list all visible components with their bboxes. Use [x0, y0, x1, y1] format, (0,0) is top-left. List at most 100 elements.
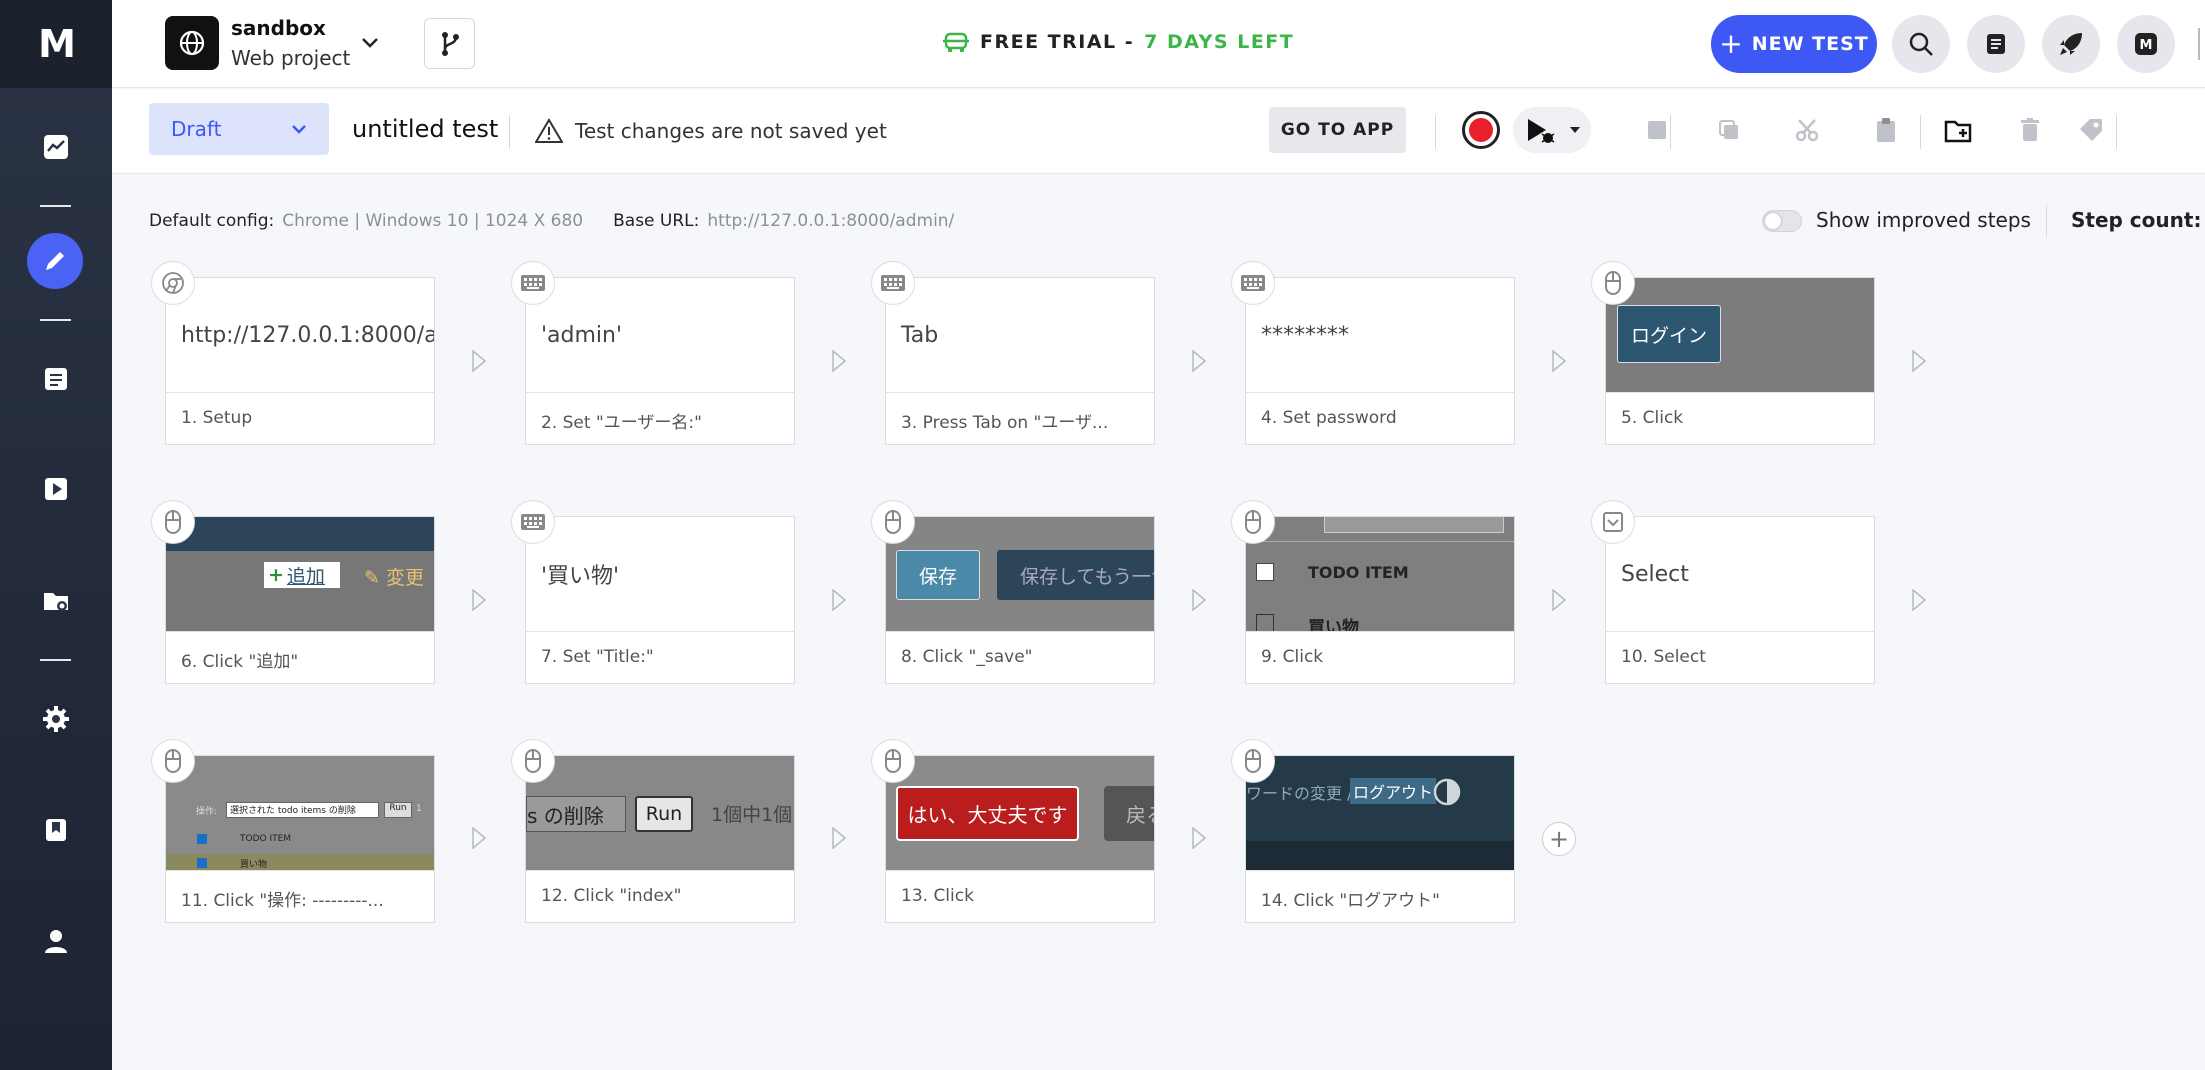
caret-down-icon[interactable] — [1569, 126, 1581, 134]
step-preview-text: s の削除 — [526, 796, 626, 832]
rocket-icon — [2060, 33, 2082, 55]
step-preview-text: Select — [1621, 561, 1689, 587]
step-arrow-icon — [472, 350, 487, 372]
branch-button[interactable] — [424, 18, 475, 69]
step-card[interactable]: TODO ITEM 買い物 9. Click — [1245, 516, 1515, 684]
dashboard-icon[interactable] — [0, 119, 112, 175]
delete-icon[interactable] — [2011, 111, 2049, 149]
step-preview: Select — [1606, 517, 1874, 632]
step-caption: 14. Click "ログアウト" — [1261, 891, 1440, 911]
step-card[interactable]: s の削除 Run 1個中1個 12. Click "index" — [525, 755, 795, 923]
chevron-down-icon[interactable] — [358, 30, 382, 54]
show-improved-toggle[interactable] — [1762, 210, 1802, 232]
test-name[interactable]: untitled test — [352, 115, 498, 143]
step-caption: 13. Click — [901, 886, 974, 906]
step-arrow-icon — [1912, 350, 1927, 372]
docs-button[interactable] — [1967, 15, 2025, 73]
runs-icon[interactable] — [0, 461, 112, 517]
tag-icon[interactable] — [2072, 111, 2110, 149]
mouse-icon — [1231, 739, 1275, 783]
step-caption: 6. Click "追加" — [181, 652, 299, 672]
step-card[interactable]: '買い物' 7. Set "Title:" — [525, 516, 795, 684]
step-preview-text: '買い物' — [541, 564, 620, 589]
default-config-value[interactable]: Chrome | Windows 10 | 1024 X 680 — [282, 211, 583, 231]
step-card[interactable]: Select 10. Select — [1605, 516, 1875, 684]
step-preview: TODO ITEM 買い物 — [1246, 517, 1514, 632]
folder-settings-icon[interactable] — [0, 573, 112, 629]
paste-icon[interactable] — [1867, 111, 1905, 149]
new-test-button[interactable]: + NEW TEST — [1711, 15, 1877, 73]
globe-icon[interactable] — [165, 16, 219, 70]
trial-banner: FREE TRIAL - 7 DAYS LEFT — [942, 30, 1294, 54]
step-preview: ******** — [1246, 278, 1514, 393]
step-caption: 10. Select — [1621, 647, 1706, 667]
step-preview-text: 'admin' — [541, 322, 623, 348]
divider — [2046, 205, 2047, 237]
todo-item-preview: 買い物 — [240, 860, 268, 870]
step-card[interactable]: はい、大丈夫です 戻る 13. Click — [885, 755, 1155, 923]
bookmark-icon[interactable] — [0, 802, 112, 858]
step-preview: ログイン — [1606, 278, 1874, 393]
step-preview: + 追加 ✎ 変更 — [166, 517, 434, 632]
step-preview-extra: 変更 — [385, 567, 424, 589]
settings-icon[interactable] — [0, 691, 112, 747]
sidebar-divider — [40, 205, 71, 207]
status-dropdown[interactable]: Draft — [149, 103, 329, 155]
account-button[interactable]: M — [2117, 15, 2175, 73]
toolbar-divider — [1435, 115, 1436, 149]
search-icon — [1909, 32, 1933, 56]
step-card[interactable]: http://127.0.0.1:8000/admin/ 1. Setup — [165, 277, 435, 445]
chevron-down-icon — [292, 125, 306, 134]
step-preview-text: ワードの変更 / — [1246, 784, 1353, 803]
theme-toggle-icon — [1433, 778, 1461, 806]
top-bar: sandbox Web project FREE TRIAL - 7 DAYS … — [112, 0, 2205, 88]
app-logo[interactable]: M — [0, 0, 112, 88]
editor-icon[interactable] — [27, 233, 83, 289]
step-card[interactable]: 操作: 選択された todo items の削除 Run 1 TODO ITEM… — [165, 755, 435, 923]
mouse-icon — [1591, 261, 1635, 305]
step-card[interactable]: ワードの変更 / ログアウト 14. Click "ログアウト" — [1245, 755, 1515, 923]
step-card[interactable]: ログイン 5. Click — [1605, 277, 1875, 445]
step-arrow-icon — [1192, 589, 1207, 611]
go-to-app-button[interactable]: GO TO APP — [1269, 107, 1406, 153]
step-preview-text: はい、大丈夫です — [896, 786, 1079, 841]
show-improved-label: Show improved steps — [1816, 208, 2031, 232]
cut-icon[interactable] — [1788, 111, 1826, 149]
step-count-label: Step count: — [2071, 208, 2202, 232]
step-preview-text: 追加 — [286, 565, 325, 588]
mouse-icon — [871, 500, 915, 544]
checkbox-icon — [1256, 614, 1274, 631]
step-preview-text: 保存 — [896, 550, 980, 600]
step-card[interactable]: Tab 3. Press Tab on "ユーザ... — [885, 277, 1155, 445]
base-url-label: Base URL: — [613, 211, 700, 231]
step-preview: 操作: 選択された todo items の削除 Run 1 TODO ITEM… — [166, 756, 434, 871]
trial-label: FREE TRIAL - — [980, 31, 1135, 53]
step-card[interactable]: + 追加 ✎ 変更 6. Click "追加" — [165, 516, 435, 684]
add-step-button[interactable]: + — [1542, 822, 1576, 856]
project-name[interactable]: sandbox — [231, 16, 326, 40]
step-preview-text: 選択された todo items の削除 — [226, 802, 379, 818]
new-folder-icon[interactable] — [1940, 111, 1978, 149]
plus-icon: + — [268, 564, 284, 586]
back-preview: 戻る — [1104, 786, 1154, 841]
step-card[interactable]: ******** 4. Set password — [1245, 277, 1515, 445]
branch-icon — [441, 31, 459, 56]
user-icon[interactable] — [0, 913, 112, 969]
step-card[interactable]: 保存 保存してもう一つ 8. Click "_save" — [885, 516, 1155, 684]
warning-icon — [535, 118, 563, 143]
base-url-value[interactable]: http://127.0.0.1:8000/admin/ — [707, 211, 954, 231]
copy-icon[interactable] — [1710, 111, 1748, 149]
step-arrow-icon — [472, 827, 487, 849]
step-caption: 7. Set "Title:" — [541, 647, 654, 667]
whats-new-button[interactable] — [2042, 15, 2100, 73]
step-caption: 11. Click "操作: ---------... — [181, 891, 384, 911]
sidebar: M — [0, 0, 112, 1070]
step-card[interactable]: 'admin' 2. Set "ユーザー名:" — [525, 277, 795, 445]
brand-icon: M — [2135, 33, 2157, 55]
step-preview-text: ログイン — [1617, 305, 1721, 363]
tests-list-icon[interactable] — [0, 351, 112, 407]
record-button[interactable] — [1462, 111, 1500, 149]
search-button[interactable] — [1892, 15, 1950, 73]
run-debug-button[interactable] — [1513, 107, 1591, 153]
step-preview: Tab — [886, 278, 1154, 393]
